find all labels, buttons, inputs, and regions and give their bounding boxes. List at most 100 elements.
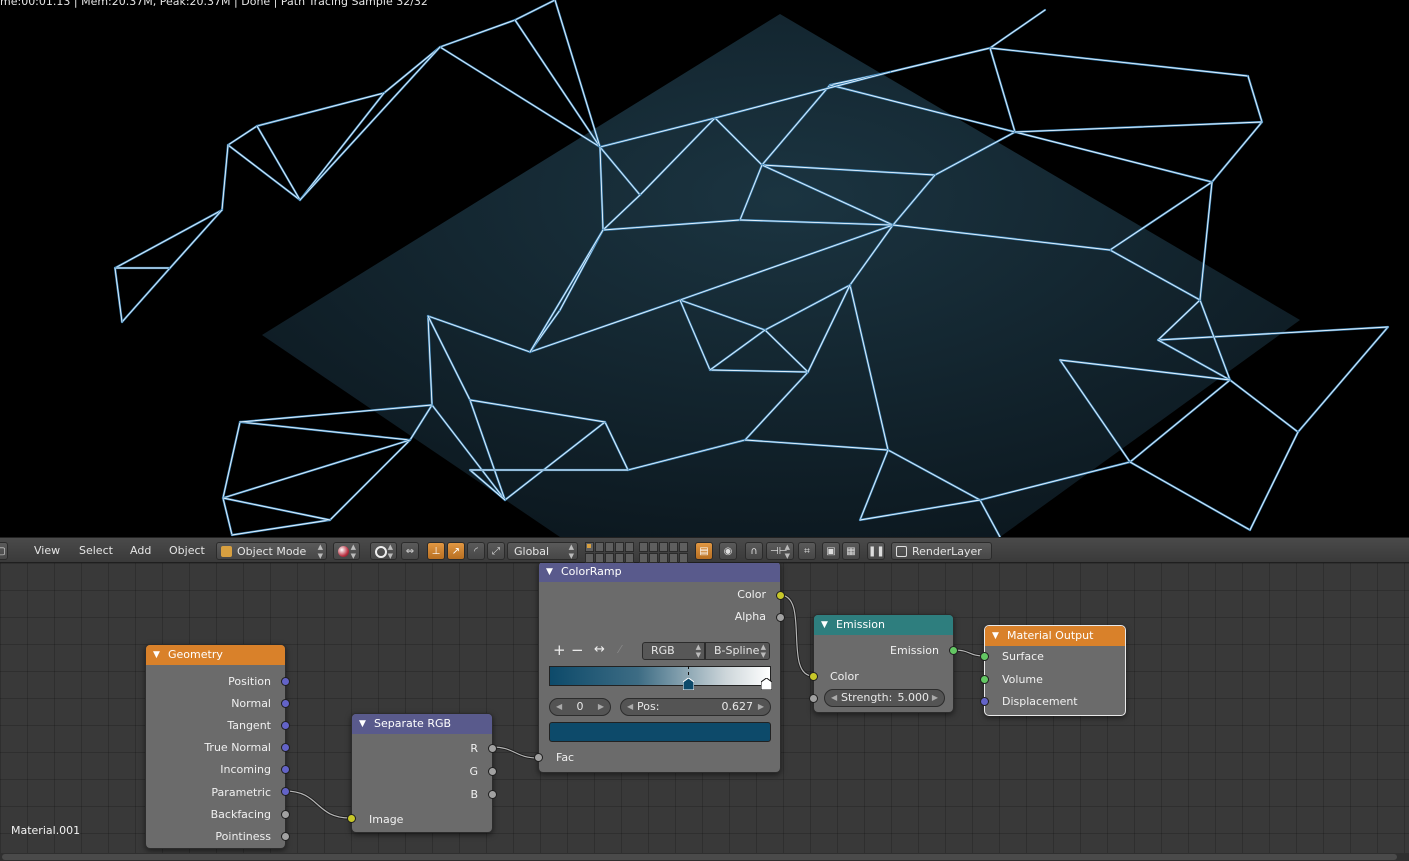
interpolation-dropdown[interactable]: B-Spline ▲ ▼ (705, 642, 770, 660)
translate-button[interactable]: ↗ (447, 542, 465, 560)
wire-edge (222, 497, 331, 521)
socket-g[interactable] (488, 767, 497, 776)
manipulator-toggle-button[interactable]: ⇔ (401, 542, 419, 560)
geometry-output-tangent: Tangent (227, 719, 271, 732)
editor-type-button[interactable]: ▢ (0, 542, 8, 560)
horizontal-scrollbar[interactable] (0, 853, 1409, 861)
stop-position-field[interactable]: ◀ Pos: 0.627 ▶ (620, 698, 771, 716)
socket-surface[interactable] (980, 652, 989, 661)
wire-edge (514, 19, 601, 148)
socket-strength[interactable] (809, 694, 818, 703)
flip-ramp-button[interactable]: ↔ (594, 642, 605, 658)
separate-rgb-node[interactable]: ▼ Separate RGB R G B Image (347, 713, 497, 833)
socket-emission-out[interactable] (949, 646, 958, 655)
socket-tangent[interactable] (281, 721, 290, 730)
magnet-icon: ∩ (750, 546, 758, 557)
menu-view[interactable]: View (32, 542, 62, 560)
separate-rgb-node-header[interactable]: ▼ Separate RGB (352, 714, 492, 734)
wire-edge (1249, 431, 1299, 531)
socket-pointiness[interactable] (281, 832, 290, 841)
socket-emission-color[interactable] (809, 672, 818, 681)
eyedropper-icon[interactable]: ⁄ (619, 642, 621, 658)
color-stop-end[interactable] (760, 675, 773, 691)
wire-edge (889, 47, 991, 73)
snap-toggle-button[interactable]: ∩ (745, 542, 763, 560)
socket-parametric[interactable] (281, 787, 290, 796)
wire-edge (114, 209, 223, 269)
wire-edge (239, 421, 411, 441)
socket-position[interactable] (281, 677, 290, 686)
separate-rgb-output-g: G (469, 765, 478, 778)
menu-select[interactable]: Select (77, 542, 115, 560)
socket-fac[interactable] (534, 753, 543, 762)
geometry-output-position: Position (228, 675, 271, 688)
increment-arrow-icon[interactable]: ▶ (598, 699, 604, 715)
decrement-arrow-icon[interactable]: ◀ (627, 699, 633, 715)
orientation-dropdown[interactable]: Global ▲ ▼ (507, 542, 578, 560)
menu-add[interactable]: Add (128, 542, 153, 560)
color-ramp-node-header[interactable]: ▼ ColorRamp (539, 563, 780, 582)
color-ramp-node[interactable]: ▼ ColorRamp Color Alpha + − ↔ ⁄ RGB ▲ ▼ B… (534, 563, 785, 773)
pivot-dropdown[interactable]: ▲ ▼ (370, 542, 397, 560)
render-image-button[interactable]: ▣ (822, 542, 840, 560)
color-ramp-gradient[interactable] (549, 666, 773, 691)
add-stop-button[interactable]: + (553, 642, 566, 658)
cube-icon (221, 546, 232, 557)
color-mode-dropdown[interactable]: RGB ▲ ▼ (642, 642, 705, 660)
transform-manipulator-button[interactable]: ⊥ (427, 542, 445, 560)
color-ramp-output-alpha: Alpha (734, 610, 766, 623)
sphere-icon (338, 546, 349, 557)
geometry-node-header[interactable]: ▼ Geometry (146, 645, 285, 665)
collapse-triangle-icon[interactable]: ▼ (992, 626, 999, 646)
rotate-button[interactable]: ◜ (467, 542, 485, 560)
material-output-node[interactable]: ▼ Material Output Surface Volume Displac… (980, 625, 1126, 716)
socket-r[interactable] (488, 744, 497, 753)
socket-b[interactable] (488, 790, 497, 799)
node-editor-canvas[interactable]: ▼ Geometry Position Normal Tangent True … (0, 563, 1409, 861)
strength-field[interactable]: ◀ Strength: 5.000 ▶ (824, 689, 945, 707)
layer-buttons-a[interactable] (585, 542, 634, 563)
stop-color-swatch[interactable] (549, 722, 771, 742)
collapse-triangle-icon[interactable]: ▼ (153, 645, 160, 665)
increment-arrow-icon[interactable]: ▶ (758, 699, 764, 715)
proportional-edit-button[interactable]: ◉ (719, 542, 737, 560)
render-viewport[interactable]: me:00:01.13 | Mem:20.37M, Peak:20.37M | … (0, 0, 1409, 537)
viewport-shading-dropdown[interactable]: ▲ ▼ (333, 542, 360, 560)
socket-normal[interactable] (281, 699, 290, 708)
geometry-node-title: Geometry (168, 648, 223, 661)
menu-object[interactable]: Object (167, 542, 207, 560)
layer-buttons-b[interactable] (639, 542, 689, 563)
scale-button[interactable]: ⤢ (487, 542, 505, 560)
render-animation-button[interactable]: ▦ (842, 542, 860, 560)
material-output-node-header[interactable]: ▼ Material Output (985, 626, 1125, 646)
collapse-triangle-icon[interactable]: ▼ (359, 714, 366, 734)
socket-volume[interactable] (980, 675, 989, 684)
increment-arrow-icon[interactable]: ▶ (932, 690, 938, 706)
geometry-node[interactable]: ▼ Geometry Position Normal Tangent True … (145, 644, 290, 849)
wire-edge (1229, 379, 1299, 433)
snap-element-dropdown[interactable]: ⊣⊢ ▲ ▼ (766, 542, 794, 560)
snap-target-button[interactable]: ⌗ (798, 542, 816, 560)
pause-render-button[interactable]: ❚❚ (867, 542, 885, 560)
socket-incoming[interactable] (281, 765, 290, 774)
socket-image[interactable] (347, 814, 356, 823)
node-editor-header: ▢ View Select Add Object Object Mode ▲ ▼ … (0, 537, 1409, 563)
remove-stop-button[interactable]: − (571, 642, 584, 658)
render-layer-dropdown[interactable]: RenderLayer (891, 542, 992, 560)
decrement-arrow-icon[interactable]: ◀ (831, 690, 837, 706)
lock-layers-button[interactable]: ▤ (695, 542, 713, 560)
socket-alpha-out[interactable] (776, 613, 785, 622)
socket-displacement[interactable] (980, 697, 989, 706)
dropdown-arrows-icon: ▲ ▼ (317, 543, 323, 560)
active-stop-index-field[interactable]: ◀ 0 ▶ (549, 698, 611, 716)
collapse-triangle-icon[interactable]: ▼ (546, 563, 553, 582)
socket-color-out[interactable] (776, 591, 785, 600)
emission-node[interactable]: ▼ Emission Emission Color ◀ Strength: 5.… (809, 614, 958, 713)
collapse-triangle-icon[interactable]: ▼ (821, 615, 828, 635)
mode-dropdown[interactable]: Object Mode ▲ ▼ (216, 542, 327, 560)
socket-true-normal[interactable] (281, 743, 290, 752)
emission-node-header[interactable]: ▼ Emission (814, 615, 953, 635)
color-stop-active[interactable] (682, 666, 695, 691)
socket-backfacing[interactable] (281, 810, 290, 819)
scrollbar-thumb[interactable] (2, 854, 1397, 860)
